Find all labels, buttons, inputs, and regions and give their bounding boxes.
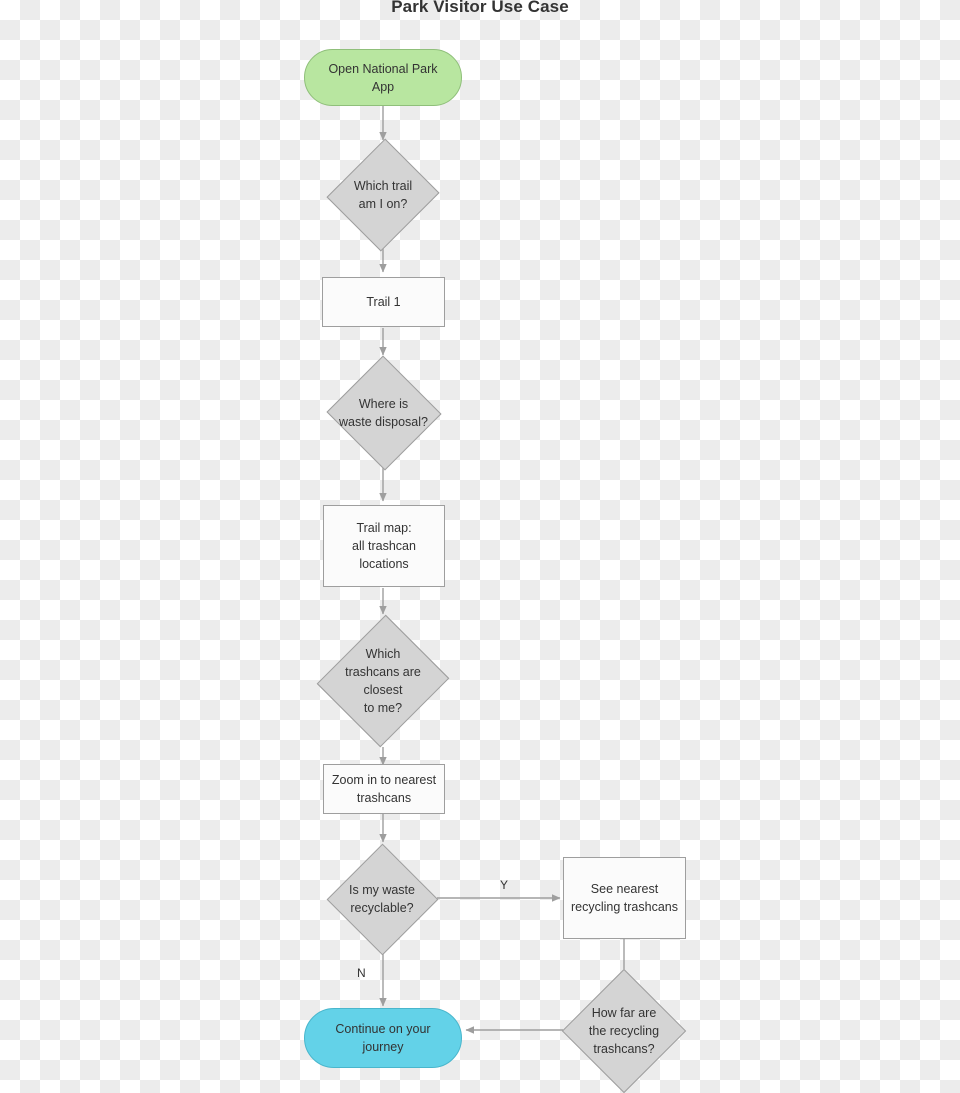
node-trail-1[interactable]: Trail 1 (322, 277, 445, 327)
node-continue-on-your-journey[interactable]: Continue on your journey (304, 1008, 462, 1068)
edge-label-yes: Y (500, 878, 509, 892)
node-how-far-are-the-recycling-trashcans[interactable]: How far are the recycling trashcans? (561, 968, 687, 1093)
node-label: Continue on your journey (335, 1022, 431, 1054)
node-is-my-waste-recyclable[interactable]: Is my waste recyclable? (326, 843, 438, 955)
node-open-national-park-app[interactable]: Open National Park App (304, 49, 462, 106)
node-label: Trail map: all trashcan locations (352, 521, 416, 571)
flowchart-edges (379, 105, 625, 1034)
node-label: How far are the recycling trashcans? (588, 1006, 660, 1056)
edge-label-no: N (357, 966, 366, 980)
node-label: Trail 1 (366, 295, 401, 309)
node-label: Is my waste recyclable? (349, 883, 415, 915)
node-label: Which trail am I on? (353, 179, 413, 211)
node-label: Where is waste disposal? (339, 396, 428, 429)
node-where-is-waste-disposal[interactable]: Where is waste disposal? (325, 354, 442, 471)
node-see-nearest-recycling-trashcans[interactable]: See nearest recycling trashcans (563, 857, 686, 939)
node-label: Zoom in to nearest trashcans (331, 773, 437, 805)
node-label: Which trashcans are closest to me? (345, 647, 421, 715)
node-label: See nearest recycling trashcans (571, 882, 678, 914)
node-zoom-in-to-nearest-trashcans[interactable]: Zoom in to nearest trashcans (323, 764, 445, 814)
node-which-trail-am-i-on[interactable]: Which trail am I on? (326, 138, 440, 252)
node-trail-map-all-trashcan-locations[interactable]: Trail map: all trashcan locations (323, 505, 445, 587)
diagram-title: Park Visitor Use Case (391, 0, 569, 16)
flowchart-canvas: Park Visitor Use Case Y N Open National … (0, 0, 960, 1093)
node-which-trashcans-are-closest[interactable]: Which trashcans are closest to me? (316, 614, 450, 748)
node-label: Open National Park App (328, 61, 438, 94)
